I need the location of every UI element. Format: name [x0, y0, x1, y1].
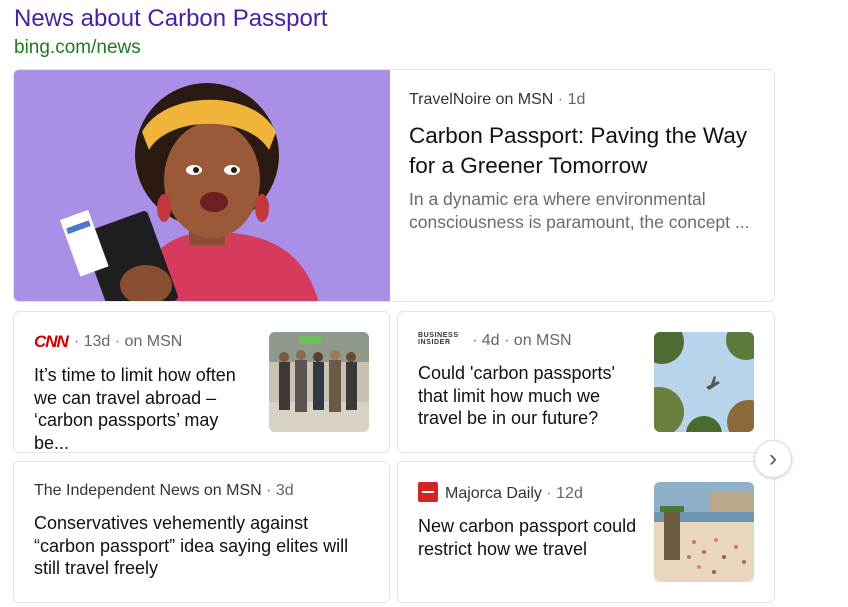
- hero-meta: TravelNoire on MSN · 1d: [409, 91, 759, 109]
- news-card-hero[interactable]: TravelNoire on MSN · 1d Carbon Passport:…: [13, 69, 775, 302]
- hero-snippet: In a dynamic era where environmental con…: [409, 189, 750, 232]
- card-headline[interactable]: Could 'carbon passports' that limit how …: [418, 362, 640, 430]
- business-insider-logo: BUSINESS INSIDER: [418, 332, 459, 346]
- news-card[interactable]: CNN · 13d · on MSN It’s time to limit how…: [13, 311, 390, 453]
- meta-separator: ·: [110, 333, 125, 350]
- card-via: on MSN: [124, 333, 183, 350]
- hero-image[interactable]: [14, 70, 390, 301]
- card-meta: CNN · 13d · on MSN: [34, 332, 256, 352]
- carousel-next-button[interactable]: ›: [754, 440, 792, 478]
- meta-separator: ·: [73, 333, 84, 350]
- card-headline[interactable]: New carbon passport could restrict how w…: [418, 515, 640, 560]
- meta-separator: ·: [499, 332, 514, 349]
- hero-publisher[interactable]: TravelNoire on MSN: [409, 91, 553, 108]
- cnn-logo: CNN: [34, 332, 69, 351]
- card-meta: The Independent News on MSN · 3d: [34, 482, 374, 500]
- news-card[interactable]: The Independent News on MSN · 3d Conserv…: [13, 461, 390, 603]
- card-age: 3d: [275, 482, 294, 499]
- meta-separator: ·: [557, 91, 568, 108]
- source-url[interactable]: bing.com/news: [14, 37, 141, 59]
- card-headline[interactable]: Conservatives vehemently against “carbon…: [34, 512, 374, 580]
- trees-airplane-image: [654, 332, 754, 432]
- meta-separator: ·: [541, 485, 557, 502]
- airport-travelers-image: [269, 332, 369, 432]
- meta-separator: ·: [472, 332, 482, 349]
- woman-with-passport-image: [14, 70, 390, 301]
- card-via: on MSN: [513, 332, 572, 349]
- hero-age: 1d: [567, 91, 586, 108]
- card-age: 13d: [83, 333, 111, 350]
- card-meta: Majorca Daily · 12d: [418, 482, 640, 503]
- chevron-right-icon: ›: [769, 445, 777, 472]
- card-thumbnail[interactable]: [654, 482, 754, 582]
- card-headline[interactable]: It’s time to limit how often we can trav…: [34, 364, 256, 452]
- majorca-daily-logo: [418, 482, 438, 502]
- card-publisher[interactable]: The Independent News on MSN: [34, 482, 262, 499]
- hero-headline[interactable]: Carbon Passport: Paving the Way for a Gr…: [409, 121, 759, 181]
- news-section-title[interactable]: News about Carbon Passport: [14, 5, 328, 33]
- meta-separator: ·: [261, 482, 276, 499]
- card-age: 4d: [481, 332, 500, 349]
- card-meta: BUSINESS INSIDER · 4d · on MSN: [418, 332, 640, 350]
- card-thumbnail[interactable]: [654, 332, 754, 432]
- card-age: 12d: [556, 485, 583, 502]
- card-publisher[interactable]: Majorca Daily: [445, 485, 542, 502]
- news-card[interactable]: BUSINESS INSIDER · 4d · on MSN Could 'car…: [397, 311, 775, 453]
- card-thumbnail[interactable]: [269, 332, 369, 432]
- news-card[interactable]: Majorca Daily · 12d New carbon passport …: [397, 461, 775, 603]
- beach-crowd-image: [654, 482, 754, 582]
